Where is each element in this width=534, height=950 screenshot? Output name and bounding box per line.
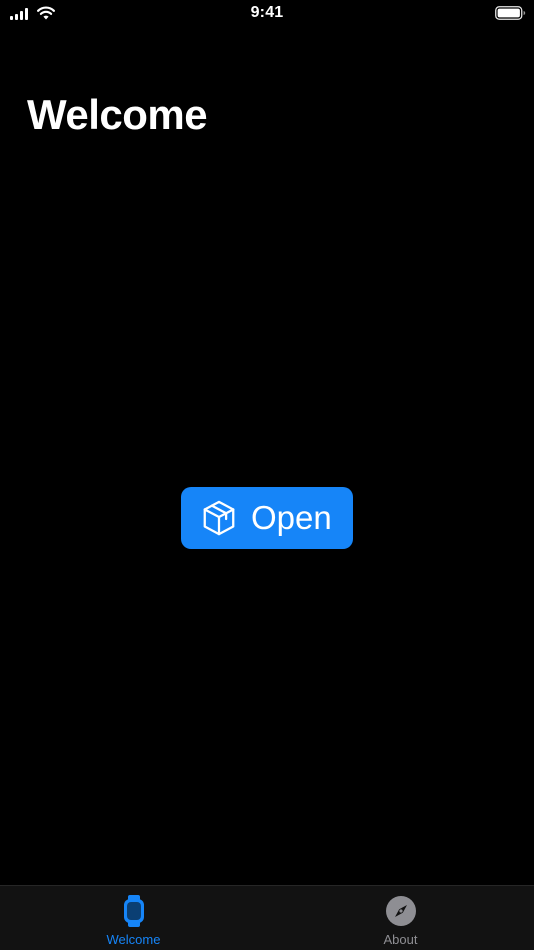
tab-about-label: About bbox=[383, 932, 418, 947]
watch-icon bbox=[123, 895, 144, 927]
tab-welcome[interactable]: Welcome bbox=[0, 886, 267, 950]
status-time: 9:41 bbox=[250, 4, 284, 21]
box-icon bbox=[203, 500, 235, 536]
compass-icon bbox=[385, 896, 416, 926]
tab-bar: Welcome About bbox=[0, 885, 534, 950]
tab-about[interactable]: About bbox=[267, 886, 534, 950]
open-button[interactable]: Open bbox=[181, 487, 353, 549]
battery-icon bbox=[495, 6, 526, 20]
tab-welcome-label: Welcome bbox=[106, 932, 161, 947]
page-title: Welcome bbox=[27, 91, 208, 138]
open-button-label: Open bbox=[251, 499, 332, 536]
status-bar: 9:41 bbox=[0, 0, 534, 30]
